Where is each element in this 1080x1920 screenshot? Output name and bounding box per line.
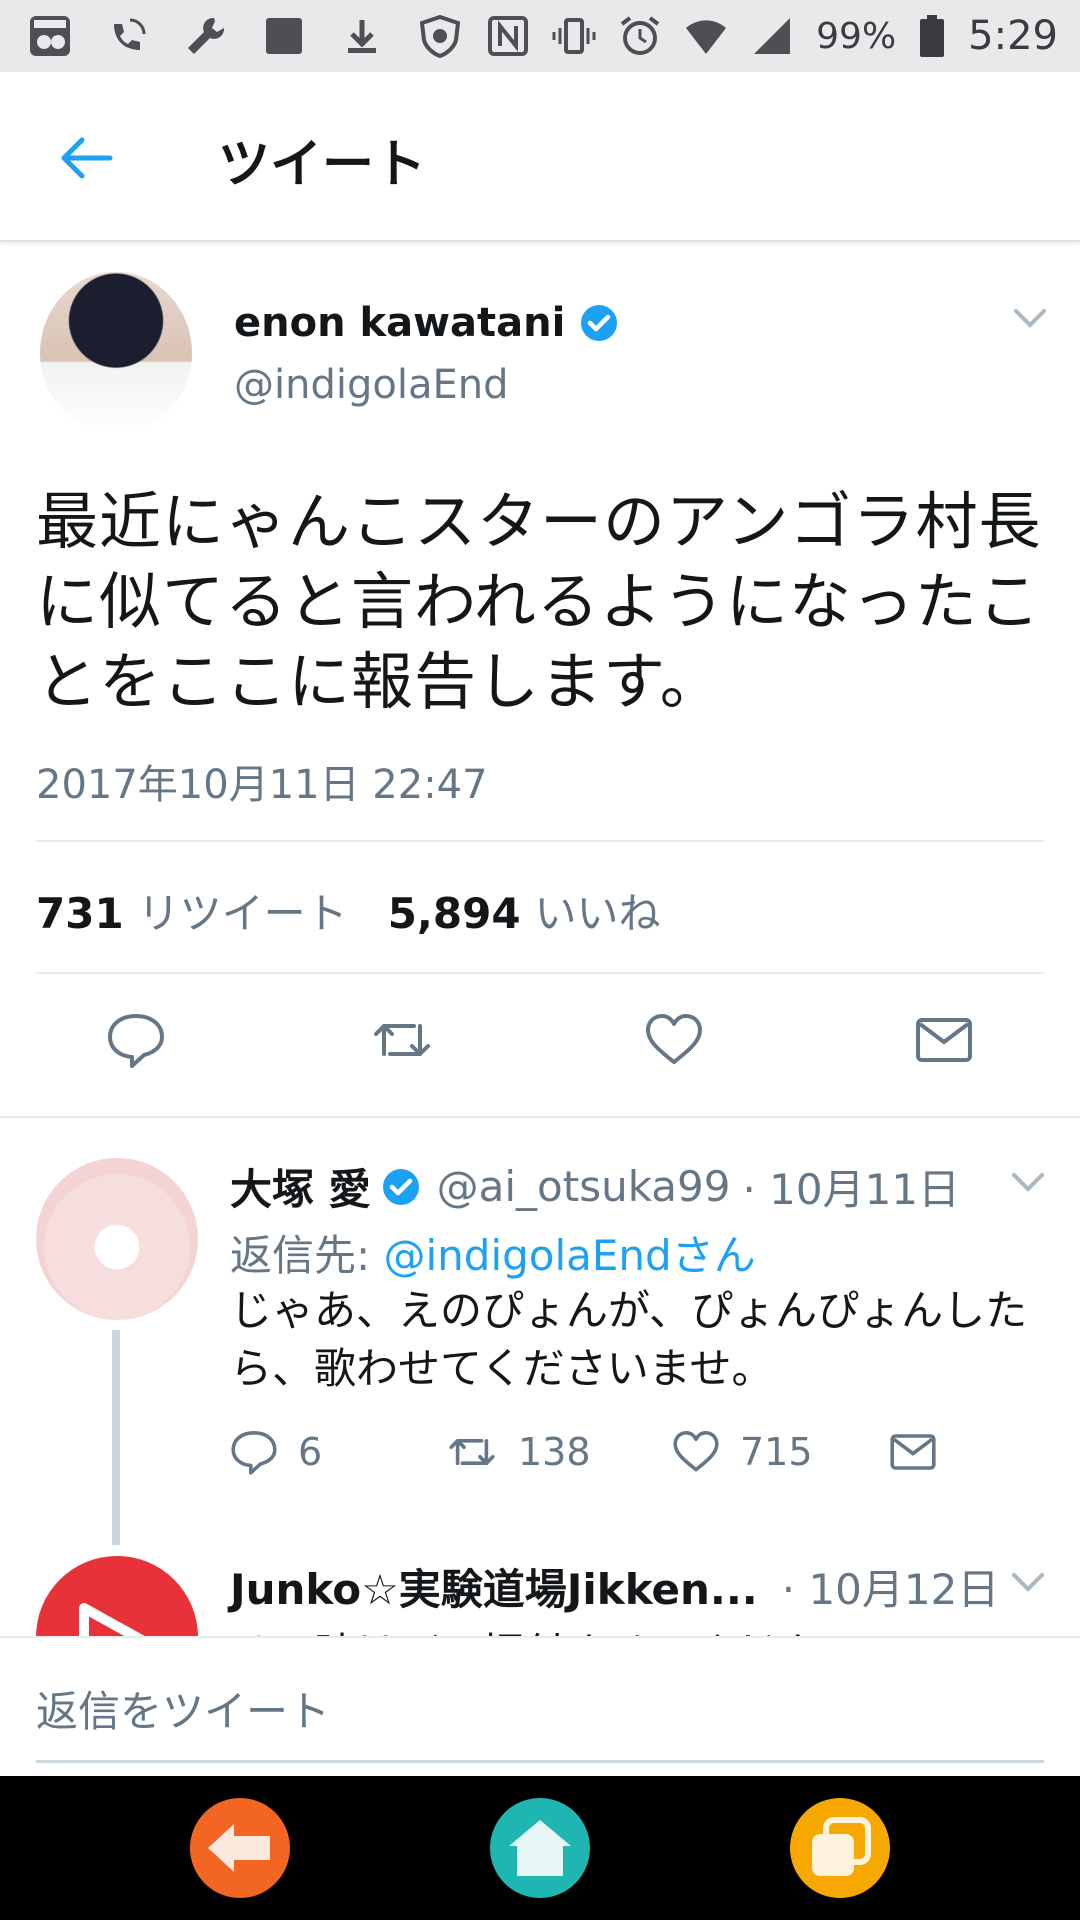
reply-2-header: Junko☆実験道場Jikken... · 10月12日 bbox=[230, 1556, 999, 1617]
battery-icon bbox=[918, 14, 946, 58]
retweet-label: リツイート bbox=[137, 889, 348, 938]
app-badge-icon bbox=[28, 14, 72, 58]
reply-to-prefix: 返信先: bbox=[230, 1231, 384, 1280]
tweet-action-bar bbox=[0, 1010, 1080, 1090]
reply-compose-input[interactable]: 返信をツイート bbox=[36, 1678, 330, 1739]
reply-retweet-button[interactable]: 138 bbox=[446, 1428, 591, 1476]
battery-percent: 99% bbox=[816, 15, 897, 57]
verified-badge-icon bbox=[581, 305, 618, 341]
author-handle[interactable]: @indigolaEnd bbox=[234, 362, 508, 408]
reply-reply-button[interactable]: 6 bbox=[230, 1428, 322, 1476]
divider bbox=[36, 840, 1044, 842]
square-icon bbox=[262, 14, 306, 58]
retweet-count: 731 bbox=[36, 889, 124, 938]
retweet-icon[interactable] bbox=[372, 1010, 432, 1070]
tweet-menu-chevron-down-icon[interactable] bbox=[1012, 306, 1048, 330]
reply-display-name[interactable]: Junko☆実験道場Jikken... bbox=[230, 1556, 758, 1617]
reply-like-count: 715 bbox=[740, 1430, 813, 1474]
alarm-icon bbox=[618, 14, 662, 58]
reply-handle[interactable]: @ai_otsuka99 bbox=[437, 1162, 731, 1211]
reply-reply-count: 6 bbox=[298, 1430, 323, 1474]
like-heart-icon bbox=[673, 1431, 719, 1472]
back-arrow-icon bbox=[61, 137, 113, 179]
wrench-icon bbox=[184, 14, 228, 58]
reply-retweet-count: 138 bbox=[518, 1430, 591, 1474]
retweet-icon bbox=[449, 1439, 495, 1465]
like-label: いいね bbox=[534, 889, 661, 938]
reply-display-name[interactable]: 大塚 愛 bbox=[230, 1156, 371, 1217]
reply-to-line: 返信先: @indigolaEndさん bbox=[230, 1222, 756, 1283]
reply-icon bbox=[231, 1431, 277, 1475]
divider bbox=[36, 972, 1044, 974]
nav-back-button[interactable] bbox=[190, 1798, 290, 1898]
recent-apps-icon bbox=[812, 1817, 871, 1876]
home-icon bbox=[509, 1820, 571, 1876]
reply-message-button[interactable] bbox=[888, 1428, 938, 1476]
clock: 5:29 bbox=[968, 13, 1058, 59]
reply-header: 大塚 愛 @ai_otsuka99 · 10月11日 bbox=[230, 1156, 960, 1217]
status-bar: 99% 5:29 bbox=[0, 0, 1080, 72]
reply-text: じゃあ、えのぴょんが、ぴょんぴょんしたら、歌わせてくださいませ。 bbox=[230, 1286, 1028, 1393]
likes-stat[interactable]: 5,894 いいね bbox=[388, 880, 661, 941]
navigation-bar bbox=[0, 1776, 1080, 1920]
page-title: ツイート bbox=[218, 135, 427, 195]
wifi-calling-icon bbox=[106, 14, 150, 58]
reply-menu-chevron-down-icon[interactable] bbox=[1010, 1570, 1046, 1594]
reply-icon[interactable] bbox=[106, 1010, 166, 1070]
nfc-icon bbox=[486, 14, 530, 58]
tweet-timestamp: 2017年10月11日 22:47 bbox=[36, 762, 488, 808]
wifi-icon bbox=[684, 14, 728, 58]
thread-line bbox=[112, 1330, 120, 1545]
message-envelope-icon bbox=[890, 1434, 936, 1470]
vibrate-icon bbox=[552, 14, 596, 58]
nav-home-button[interactable] bbox=[490, 1798, 590, 1898]
divider bbox=[0, 1116, 1080, 1118]
tweet-text: 最近にゃんこスターのアンゴラ村長に似てると言われるようになったことをここに報告し… bbox=[36, 485, 1042, 718]
reply-date: · 10月11日 bbox=[742, 1165, 961, 1214]
reply-2-clip: Junko☆実験道場Jikken... · 10月12日 その時はぜひ振付させて… bbox=[0, 1540, 1080, 1636]
reply-like-button[interactable]: 715 bbox=[672, 1428, 813, 1476]
like-heart-icon[interactable] bbox=[644, 1010, 704, 1070]
play-icon bbox=[79, 1603, 145, 1636]
reply-date: · 10月12日 bbox=[781, 1565, 1000, 1614]
verified-badge-icon bbox=[382, 1168, 419, 1205]
like-count: 5,894 bbox=[387, 889, 521, 938]
tweet-stats: 731 リツイート 5,894 いいね bbox=[36, 880, 661, 941]
reply-compose-bar[interactable]: 返信をツイート bbox=[0, 1636, 1080, 1778]
download-icon bbox=[340, 14, 384, 58]
message-envelope-icon[interactable] bbox=[914, 1010, 974, 1070]
compose-underline bbox=[36, 1760, 1044, 1763]
reply-action-bar: 6 138 715 bbox=[230, 1428, 1050, 1484]
reply-text: その時はぜひ振付させてください bbox=[230, 1620, 859, 1636]
header-bar: ツイート bbox=[0, 72, 1080, 242]
author-name-row: enon kawatani bbox=[234, 300, 619, 346]
back-arrow-icon bbox=[208, 1824, 270, 1872]
retweets-stat[interactable]: 731 リツイート bbox=[36, 880, 348, 941]
reply-menu-chevron-down-icon[interactable] bbox=[1010, 1170, 1046, 1194]
shield-icon bbox=[418, 14, 462, 58]
reply-avatar[interactable] bbox=[36, 1556, 198, 1636]
signal-icon bbox=[750, 14, 794, 58]
reply-to-link[interactable]: @indigolaEndさん bbox=[384, 1231, 756, 1280]
author-avatar[interactable] bbox=[40, 272, 192, 434]
reply-avatar[interactable] bbox=[36, 1158, 198, 1320]
back-button[interactable] bbox=[56, 128, 116, 188]
nav-recent-apps-button[interactable] bbox=[790, 1798, 890, 1898]
author-display-name[interactable]: enon kawatani bbox=[234, 300, 565, 346]
